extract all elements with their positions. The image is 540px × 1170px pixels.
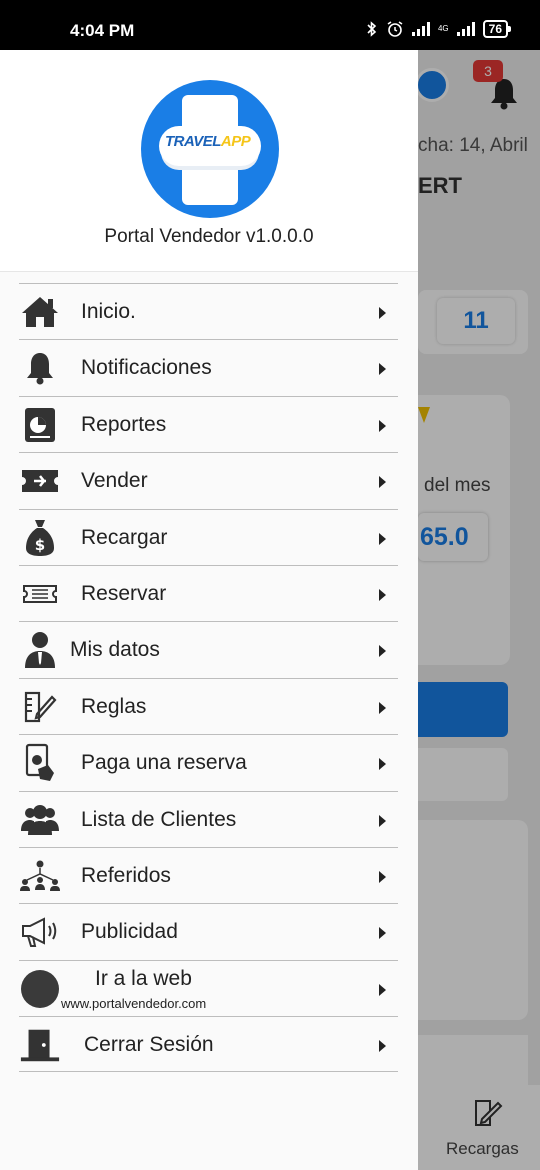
status-icons: 4G 76: [366, 20, 512, 38]
drawer-menu: Inicio. Notificaciones Reportes Vender $…: [19, 283, 398, 1073]
chevron-right-icon: [379, 758, 386, 771]
menu-item-publicidad[interactable]: Publicidad: [19, 903, 398, 959]
menu-label: Referidos: [81, 863, 171, 887]
logout-door-icon: [19, 1025, 61, 1065]
menu-label: Notificaciones: [81, 356, 212, 380]
menu-item-notificaciones[interactable]: Notificaciones: [19, 339, 398, 395]
status-bar: 4:04 PM 4G 76: [0, 0, 540, 50]
travelapp-logo: TRAVELAPP: [141, 80, 279, 218]
menu-item-lista-clientes[interactable]: Lista de Clientes: [19, 790, 398, 847]
menu-item-inicio[interactable]: Inicio.: [19, 283, 398, 339]
menu-item-reservar[interactable]: Reservar: [19, 564, 398, 621]
ticket-sell-icon: [19, 461, 61, 501]
clients-icon: [19, 800, 61, 840]
menu-label: Reportes: [81, 412, 167, 436]
report-icon: [19, 405, 61, 445]
ticket-reserve-icon: [19, 574, 61, 614]
menu-label: Inicio.: [81, 300, 136, 323]
money-bag-icon: $: [19, 518, 61, 558]
battery-icon: 76: [482, 20, 512, 38]
chevron-right-icon: [379, 983, 386, 996]
chevron-right-icon: [379, 307, 386, 319]
chevron-right-icon: [379, 645, 386, 658]
menu-label: Ir a la web: [95, 966, 192, 990]
menu-item-mis-datos[interactable]: Mis datos: [19, 621, 398, 677]
rules-icon: [19, 687, 61, 727]
status-time: 4:04 PM: [70, 21, 135, 40]
drawer-header: TRAVELAPP Portal Vendedor v1.0.0.0: [0, 50, 418, 272]
logo-brand-text: TRAVELAPP: [165, 133, 251, 150]
referrals-icon: [19, 856, 61, 896]
chevron-right-icon: [379, 476, 386, 489]
web-url: www.portalvendedor.com: [61, 995, 207, 1011]
logo-text-travel: TRAVEL: [165, 133, 221, 150]
home-icon: [19, 292, 61, 332]
menu-label: Mis datos: [70, 638, 160, 662]
chevron-right-icon: [379, 363, 386, 376]
menu-item-ir-web[interactable]: Ir a la web www.portalvendedor.com: [19, 959, 398, 1016]
chevron-right-icon: [379, 701, 386, 714]
chevron-right-icon: [379, 588, 386, 601]
pay-icon: [19, 743, 61, 783]
menu-item-recargar[interactable]: $ Recargar: [19, 508, 398, 565]
menu-label: Reglas: [81, 694, 147, 718]
menu-label: Paga una reserva: [81, 751, 247, 775]
menu-item-reglas[interactable]: Reglas: [19, 677, 398, 734]
menu-label: Recargar: [81, 525, 168, 549]
menu-label: Publicidad: [81, 920, 178, 944]
menu-label: Reservar: [81, 581, 167, 605]
navigation-drawer: TRAVELAPP Portal Vendedor v1.0.0.0 Inici…: [0, 50, 418, 1170]
web-icon: [19, 969, 61, 1009]
menu-item-reportes[interactable]: Reportes: [19, 395, 398, 452]
menu-item-vender[interactable]: Vender: [19, 452, 398, 508]
chevron-right-icon: [379, 814, 386, 827]
bluetooth-icon: [367, 21, 377, 37]
app-version: Portal Vendedor v1.0.0.0: [104, 226, 314, 247]
chevron-right-icon: [379, 870, 386, 883]
menu-item-referidos[interactable]: Referidos: [19, 846, 398, 903]
bell-icon: [19, 348, 61, 388]
signal-icon: [411, 22, 430, 36]
user-icon: [19, 630, 61, 670]
megaphone-icon: [19, 912, 61, 952]
menu-label: Lista de Clientes: [81, 807, 237, 831]
menu-item-cerrar-sesion[interactable]: Cerrar Sesión: [19, 1016, 398, 1073]
network-label: 4G: [437, 24, 449, 33]
menu-label: Cerrar Sesión: [84, 1033, 214, 1057]
chevron-right-icon: [379, 1040, 386, 1053]
logo-text-app: APP: [220, 133, 251, 150]
chevron-right-icon: [379, 532, 386, 545]
alarm-icon: [387, 21, 403, 37]
menu-item-paga-reserva[interactable]: Paga una reserva: [19, 734, 398, 790]
chevron-right-icon: [379, 927, 386, 940]
menu-label: Vender: [81, 469, 148, 493]
web-circle: [21, 969, 59, 1008]
signal-icon-2: [456, 22, 475, 36]
chevron-right-icon: [379, 419, 386, 432]
svg-text:$: $: [35, 536, 45, 554]
battery-level: 76: [488, 22, 502, 36]
